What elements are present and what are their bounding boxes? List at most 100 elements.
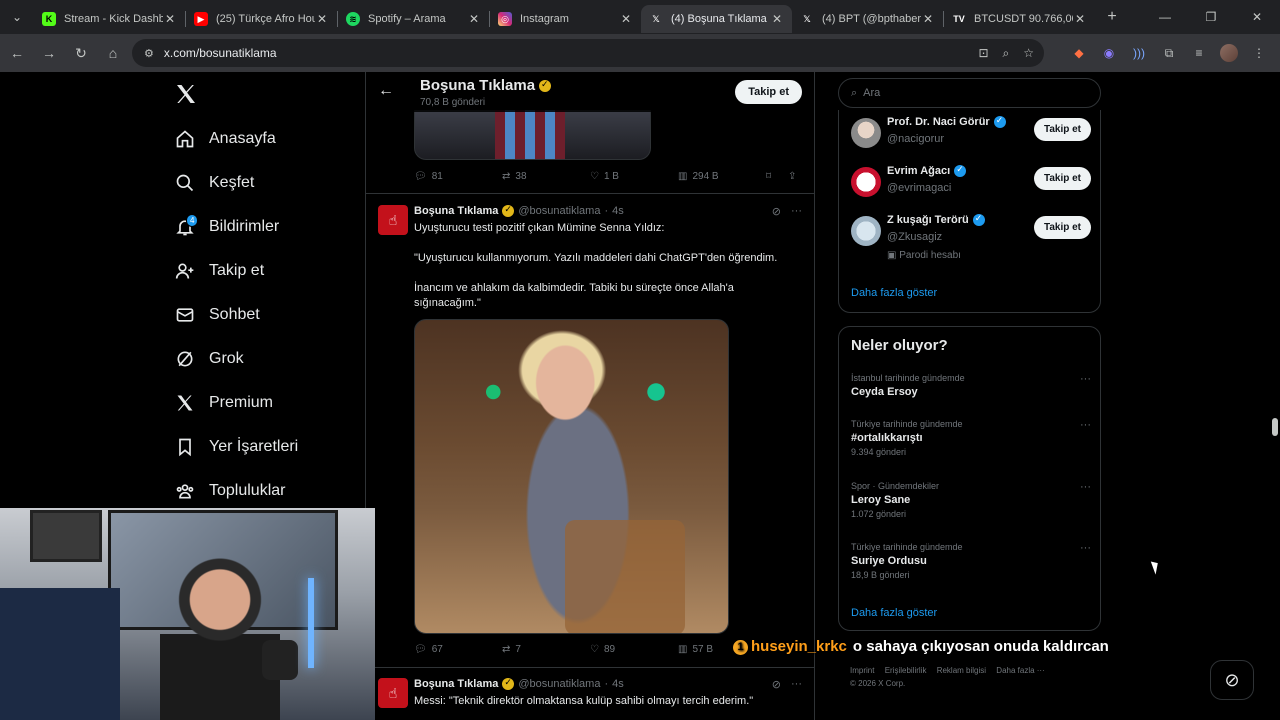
views-button[interactable]: ▥ 294 B — [678, 171, 766, 182]
reply-icon: 💬︎ — [414, 171, 427, 182]
follow-button[interactable]: Takip et — [1033, 118, 1091, 141]
zoom-icon[interactable]: ⌕ — [1003, 46, 1010, 61]
audio-extension-icon[interactable]: ))) — [1130, 44, 1148, 62]
post-avatar[interactable]: ☝ — [378, 205, 408, 235]
repost-button[interactable]: ⇄ 7 — [502, 644, 590, 655]
more-icon[interactable]: ··· — [791, 678, 802, 691]
footer-link[interactable]: Erişilebilirlik — [885, 666, 927, 675]
grok-icon[interactable]: ⊘ — [772, 678, 781, 691]
restore-icon[interactable]: ❐ — [1188, 0, 1234, 34]
nav-item-notifications[interactable]: 4 Bildirimler — [174, 212, 279, 242]
profile-avatar[interactable] — [1220, 44, 1238, 62]
more-icon[interactable]: ··· — [1080, 542, 1091, 554]
nav-item-chat[interactable]: Sohbet — [174, 300, 260, 330]
close-icon[interactable]: ✕ — [163, 12, 177, 26]
footer-link[interactable]: Daha fazla ··· — [996, 666, 1044, 675]
minimize-icon[interactable]: — — [1142, 0, 1188, 34]
install-app-icon[interactable]: ⊡ — [978, 46, 988, 60]
show-more-link[interactable]: Daha fazla göster — [851, 607, 937, 619]
new-tab-button[interactable]: + — [1099, 8, 1125, 26]
tab-search-icon[interactable]: ⌄ — [0, 0, 34, 34]
suggested-account[interactable]: Z kuşağı Terörü @Zkusagiz Takip et — [851, 213, 1091, 248]
nav-item-grok[interactable]: Grok — [174, 344, 244, 374]
repost-icon: ⇄ — [502, 644, 511, 655]
more-icon[interactable]: ··· — [1080, 419, 1091, 431]
tab-list-icon[interactable]: ≡ — [1190, 44, 1208, 62]
close-icon[interactable]: ✕ — [921, 12, 935, 26]
author-handle[interactable]: @bosunatiklama — [518, 678, 600, 690]
tab-title: Instagram — [520, 13, 569, 25]
trend-item[interactable]: İstanbul tarihinde gündemde Ceyda Ersoy … — [851, 373, 1091, 398]
back-arrow-icon[interactable]: ← — [378, 82, 394, 100]
browser-tab[interactable]: K Stream - Kick Dashbo ✕ — [34, 5, 185, 33]
star-icon[interactable]: ☆ — [1023, 46, 1034, 60]
browser-tab[interactable]: ◎ Instagram ✕ — [490, 5, 641, 33]
close-icon[interactable]: ✕ — [467, 12, 481, 26]
grok-floating-button[interactable]: ⊘ — [1210, 660, 1254, 700]
nav-item-explore[interactable]: Keşfet — [174, 168, 254, 198]
previous-post-image[interactable] — [414, 110, 651, 160]
search-input[interactable]: ⌕ Ara — [838, 78, 1101, 108]
address-bar[interactable]: ⚙ x.com/bosunatiklama ⊡ ⌕ ☆ — [132, 39, 1044, 67]
close-window-icon[interactable]: ✕ — [1234, 0, 1280, 34]
footer-link[interactable]: Reklam bilgisi — [937, 666, 986, 675]
suggested-account[interactable]: Prof. Dr. Naci Görür @nacigorur Takip et — [851, 115, 1091, 150]
nav-item-communities[interactable]: Topluluklar — [174, 476, 285, 506]
author-name[interactable]: Boşuna Tıklama — [414, 205, 498, 217]
share-button[interactable]: ⇪ — [788, 171, 796, 182]
avatar[interactable] — [851, 167, 881, 197]
reply-button[interactable]: 💬︎ 67 — [414, 644, 502, 655]
follow-button[interactable]: Takip et — [1033, 167, 1091, 190]
bookmark-button[interactable]: ⌑ — [766, 171, 788, 182]
post-avatar[interactable]: ☝ — [378, 678, 408, 708]
post-time[interactable]: 4s — [612, 678, 624, 690]
post-photo[interactable] — [414, 319, 729, 634]
nav-item-bookmarks[interactable]: Yer İşaretleri — [174, 432, 298, 462]
browser-tab[interactable]: ≋ Spotify – Arama ✕ — [338, 5, 489, 33]
home-button-icon[interactable]: ⌂ — [98, 38, 128, 68]
suggested-account[interactable]: Evrim Ağacı @evrimagaci Takip et — [851, 164, 1091, 199]
nav-item-premium[interactable]: Premium — [174, 388, 273, 418]
reload-icon[interactable]: ↻ — [66, 38, 96, 68]
browser-tab[interactable]: ▶ (25) Türkçe Afro Hou ✕ — [186, 5, 337, 33]
fox-extension-icon[interactable]: ◆ — [1070, 44, 1088, 62]
close-icon[interactable]: ✕ — [1073, 12, 1087, 26]
browser-tab[interactable]: TV BTCUSDT 90.766,00 ✕ — [944, 5, 1095, 33]
follow-button[interactable]: Takip et — [735, 80, 802, 104]
follow-button[interactable]: Takip et — [1033, 216, 1091, 239]
repost-button[interactable]: ⇄ 38 — [502, 171, 590, 182]
forward-icon[interactable]: → — [34, 38, 64, 68]
grok-icon[interactable]: ⊘ — [772, 205, 781, 218]
close-icon[interactable]: ✕ — [315, 12, 329, 26]
more-icon[interactable]: ··· — [1080, 373, 1091, 385]
avatar[interactable] — [851, 216, 881, 246]
avatar[interactable] — [851, 118, 881, 148]
more-icon[interactable]: ··· — [791, 205, 802, 218]
browser-tab-active[interactable]: 𝕏 (4) Boşuna Tıklama ( ✕ — [641, 5, 792, 33]
x-logo-icon[interactable] — [174, 82, 198, 106]
close-icon[interactable]: ✕ — [770, 12, 784, 26]
page-scrollbar[interactable] — [1269, 72, 1280, 720]
gamepad-extension-icon[interactable]: ◉ — [1100, 44, 1118, 62]
show-more-link[interactable]: Daha fazla göster — [851, 287, 937, 299]
site-info-icon[interactable]: ⚙ — [144, 47, 154, 60]
post-time[interactable]: 4s — [612, 205, 624, 217]
puzzle-icon[interactable]: ⧉ — [1160, 44, 1178, 62]
more-icon[interactable]: ··· — [1080, 481, 1091, 493]
like-button[interactable]: ♡ 89 — [590, 644, 678, 655]
trend-item[interactable]: Türkiye tarihinde gündemde #ortalıkkarış… — [851, 419, 1091, 457]
back-icon[interactable]: ← — [2, 38, 32, 68]
kebab-menu-icon[interactable]: ⋮ — [1250, 44, 1268, 62]
nav-item-home[interactable]: Anasayfa — [174, 124, 276, 154]
browser-tab[interactable]: 𝕏 (4) BPT (@bpthaber) ✕ — [792, 5, 943, 33]
scrollbar-thumb[interactable] — [1272, 418, 1278, 436]
nav-item-follow[interactable]: Takip et — [174, 256, 264, 286]
trend-item[interactable]: Spor · Gündemdekiler Leroy Sane 1.072 gö… — [851, 481, 1091, 519]
trend-item[interactable]: Türkiye tarihinde gündemde Suriye Ordusu… — [851, 542, 1091, 580]
author-name[interactable]: Boşuna Tıklama — [414, 678, 498, 690]
reply-button[interactable]: 💬︎ 81 — [414, 171, 502, 182]
like-button[interactable]: ♡ 1 B — [590, 171, 678, 182]
close-icon[interactable]: ✕ — [619, 12, 633, 26]
author-handle[interactable]: @bosunatiklama — [518, 205, 600, 217]
footer-link[interactable]: Imprint — [850, 666, 874, 675]
